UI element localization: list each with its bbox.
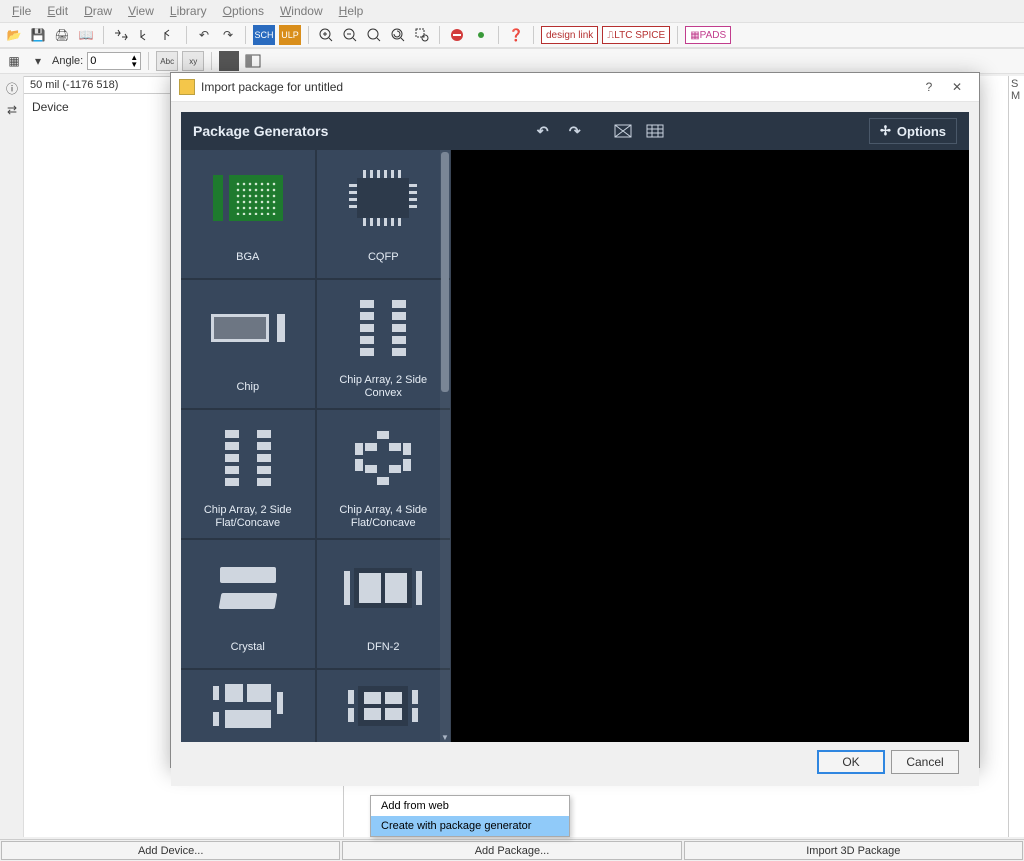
generator-content: BGA CQFP Chip [181, 150, 969, 742]
zoom-fit-icon[interactable] [364, 25, 384, 45]
open-icon[interactable]: 📂 [4, 25, 24, 45]
dialog-footer: OK Cancel [181, 742, 969, 782]
package-chip-array-2-convex[interactable]: Chip Array, 2 Side Convex [317, 280, 451, 408]
go-icon[interactable] [471, 25, 491, 45]
context-item-add-from-web[interactable]: Add from web [371, 796, 569, 816]
abc-icon[interactable]: Abc [156, 51, 178, 71]
context-item-create-generator[interactable]: Create with package generator [371, 816, 569, 836]
generator-header: Package Generators ↶ ↷ ✢ Options [181, 112, 969, 150]
menu-options[interactable]: Options [215, 2, 272, 20]
package-chip-array-4-flat[interactable]: Chip Array, 4 Side Flat/Concave [317, 410, 451, 538]
level-down-icon[interactable] [135, 25, 155, 45]
angle-label: Angle: [52, 55, 83, 67]
swap-tool-icon[interactable]: ⇄ [2, 100, 22, 120]
package-dfn-2[interactable]: DFN-2 [317, 540, 451, 668]
toolbar-grid: ▦ ▾ Angle: 0▲▼ Abc xy [0, 48, 1024, 74]
help-icon[interactable]: ❓ [506, 25, 526, 45]
view-top-icon[interactable] [609, 118, 637, 144]
view-mode-2-icon[interactable] [243, 51, 263, 71]
import-3d-button[interactable]: Import 3D Package [684, 841, 1023, 860]
dialog-title: Import package for untitled [201, 80, 343, 94]
zoom-refresh-icon[interactable] [388, 25, 408, 45]
branch-icon[interactable] [111, 25, 131, 45]
generator-panel: Package Generators ↶ ↷ ✢ Options [181, 112, 969, 742]
stop-icon[interactable] [447, 25, 467, 45]
menu-file[interactable]: File [4, 2, 39, 20]
toolbar-main: 📂 💾 🖨 📖 ↶ ↷ SCH ULP ❓ design link ⎍ LTC … [0, 22, 1024, 48]
package-dfn-4[interactable] [317, 670, 451, 742]
redo-icon[interactable]: ↷ [218, 25, 238, 45]
dialog-icon [179, 79, 195, 95]
package-cqfp[interactable]: CQFP [317, 150, 451, 278]
sch-mode-icon[interactable]: SCH [253, 25, 275, 45]
zoom-out-icon[interactable] [340, 25, 360, 45]
options-button[interactable]: ✢ Options [869, 118, 957, 144]
right-panel: SM [1008, 76, 1024, 837]
menubar: File Edit Draw View Library Options Wind… [0, 0, 1024, 22]
menu-help[interactable]: Help [331, 2, 372, 20]
dialog-body: Package Generators ↶ ↷ ✢ Options [171, 102, 979, 786]
package-dfn-3[interactable] [181, 670, 315, 742]
ok-button[interactable]: OK [817, 750, 885, 774]
view-grid-icon[interactable] [641, 118, 669, 144]
ltc-spice-button[interactable]: ⎍ LTC SPICE [602, 26, 670, 44]
zoom-selection-icon[interactable] [412, 25, 432, 45]
dialog-close-icon[interactable]: ✕ [943, 73, 971, 101]
pads-button[interactable]: ▦ PADS [685, 26, 731, 44]
xy-icon[interactable]: xy [182, 51, 204, 71]
add-package-button[interactable]: Add Package... [342, 841, 681, 860]
menu-library[interactable]: Library [162, 2, 215, 20]
dialog-help-icon[interactable]: ? [915, 73, 943, 101]
package-crystal[interactable]: Crystal [181, 540, 315, 668]
package-chip[interactable]: Chip [181, 280, 315, 408]
undo-generator-icon[interactable]: ↶ [529, 118, 557, 144]
print-icon[interactable]: 🖨 [52, 25, 72, 45]
angle-input[interactable]: 0▲▼ [87, 52, 141, 70]
import-package-dialog: Import package for untitled ? ✕ Package … [170, 72, 980, 768]
cancel-button[interactable]: Cancel [891, 750, 959, 774]
book-icon[interactable]: 📖 [76, 25, 96, 45]
add-package-context-menu: Add from web Create with package generat… [370, 795, 570, 837]
menu-edit[interactable]: Edit [39, 2, 76, 20]
redo-generator-icon[interactable]: ↷ [561, 118, 589, 144]
grid-icon[interactable]: ▦ [4, 51, 24, 71]
bottom-bar: Add Device... Add Package... Import 3D P… [0, 839, 1024, 861]
save-icon[interactable]: 💾 [28, 25, 48, 45]
package-bga[interactable]: BGA [181, 150, 315, 278]
ulp-mode-icon[interactable]: ULP [279, 25, 301, 45]
menu-window[interactable]: Window [272, 2, 331, 20]
grid-dropdown-icon[interactable]: ▾ [28, 51, 48, 71]
info-tool-icon[interactable]: ⓘ [2, 78, 22, 98]
design-link-button[interactable]: design link [541, 26, 598, 44]
zoom-in-icon[interactable] [316, 25, 336, 45]
package-preview[interactable] [451, 150, 969, 742]
package-list[interactable]: BGA CQFP Chip [181, 150, 451, 742]
package-chip-array-2-flat[interactable]: Chip Array, 2 Side Flat/Concave [181, 410, 315, 538]
menu-draw[interactable]: Draw [76, 2, 120, 20]
vertical-toolbar: ⓘ ⇄ [0, 76, 24, 837]
menu-view[interactable]: View [120, 2, 162, 20]
right-panel-letters: SM [1011, 78, 1022, 102]
add-device-button[interactable]: Add Device... [1, 841, 340, 860]
generator-title: Package Generators [193, 123, 328, 139]
undo-icon[interactable]: ↶ [194, 25, 214, 45]
dialog-titlebar: Import package for untitled ? ✕ [171, 73, 979, 102]
level-up-icon[interactable] [159, 25, 179, 45]
view-mode-1-icon[interactable] [219, 51, 239, 71]
package-list-scrollbar[interactable]: ▲ ▼ [440, 150, 450, 742]
crosshair-icon: ✢ [880, 123, 891, 139]
